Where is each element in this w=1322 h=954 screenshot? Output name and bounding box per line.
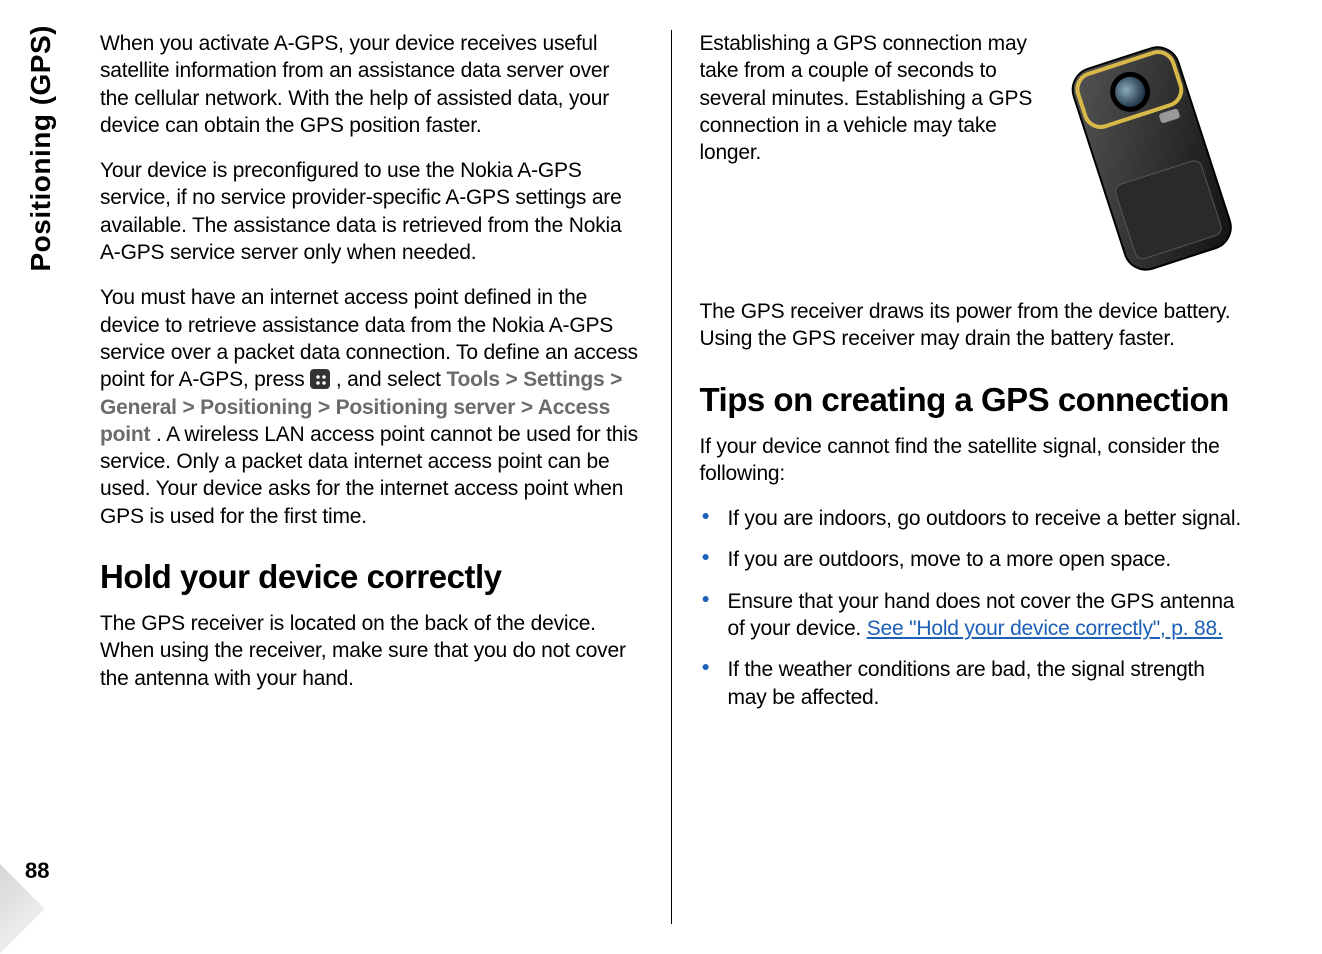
heading-tips: Tips on creating a GPS connection [700,381,1243,419]
paragraph-agps-intro: When you activate A-GPS, your device rec… [100,30,643,139]
paragraph-tips-intro: If your device cannot find the satellite… [700,433,1243,488]
right-column: Establishing a GPS connection may take f… [672,30,1253,924]
list-item: If the weather conditions are bad, the s… [700,656,1243,711]
list-item: If you are outdoors, move to a more open… [700,546,1243,573]
list-item: Ensure that your hand does not cover the… [700,588,1243,643]
float-wrap: Establishing a GPS connection may take f… [700,30,1243,298]
page-number: 88 [25,858,49,884]
section-tab: Positioning (GPS) [25,25,57,272]
heading-hold-device: Hold your device correctly [100,558,643,596]
paragraph-access-point: You must have an internet access point d… [100,284,643,530]
device-antenna-illustration [1052,30,1242,290]
cross-reference-link[interactable]: See "Hold your device correctly", p. 88. [867,617,1223,640]
menu-key-icon [310,369,330,389]
manual-page: Positioning (GPS) 88 When you activate A… [0,0,1322,954]
list-item: If you are indoors, go outdoors to recei… [700,505,1243,532]
content-columns: When you activate A-GPS, your device rec… [90,30,1252,924]
paragraph-battery: The GPS receiver draws its power from th… [700,298,1243,353]
tips-list: If you are indoors, go outdoors to recei… [700,505,1243,711]
paragraph-hold-device: The GPS receiver is located on the back … [100,610,643,692]
left-column: When you activate A-GPS, your device rec… [90,30,672,924]
paragraph-agps-preconfig: Your device is preconfigured to use the … [100,157,643,266]
text: , and select [336,368,447,391]
text: . A wireless LAN access point cannot be … [100,423,638,528]
